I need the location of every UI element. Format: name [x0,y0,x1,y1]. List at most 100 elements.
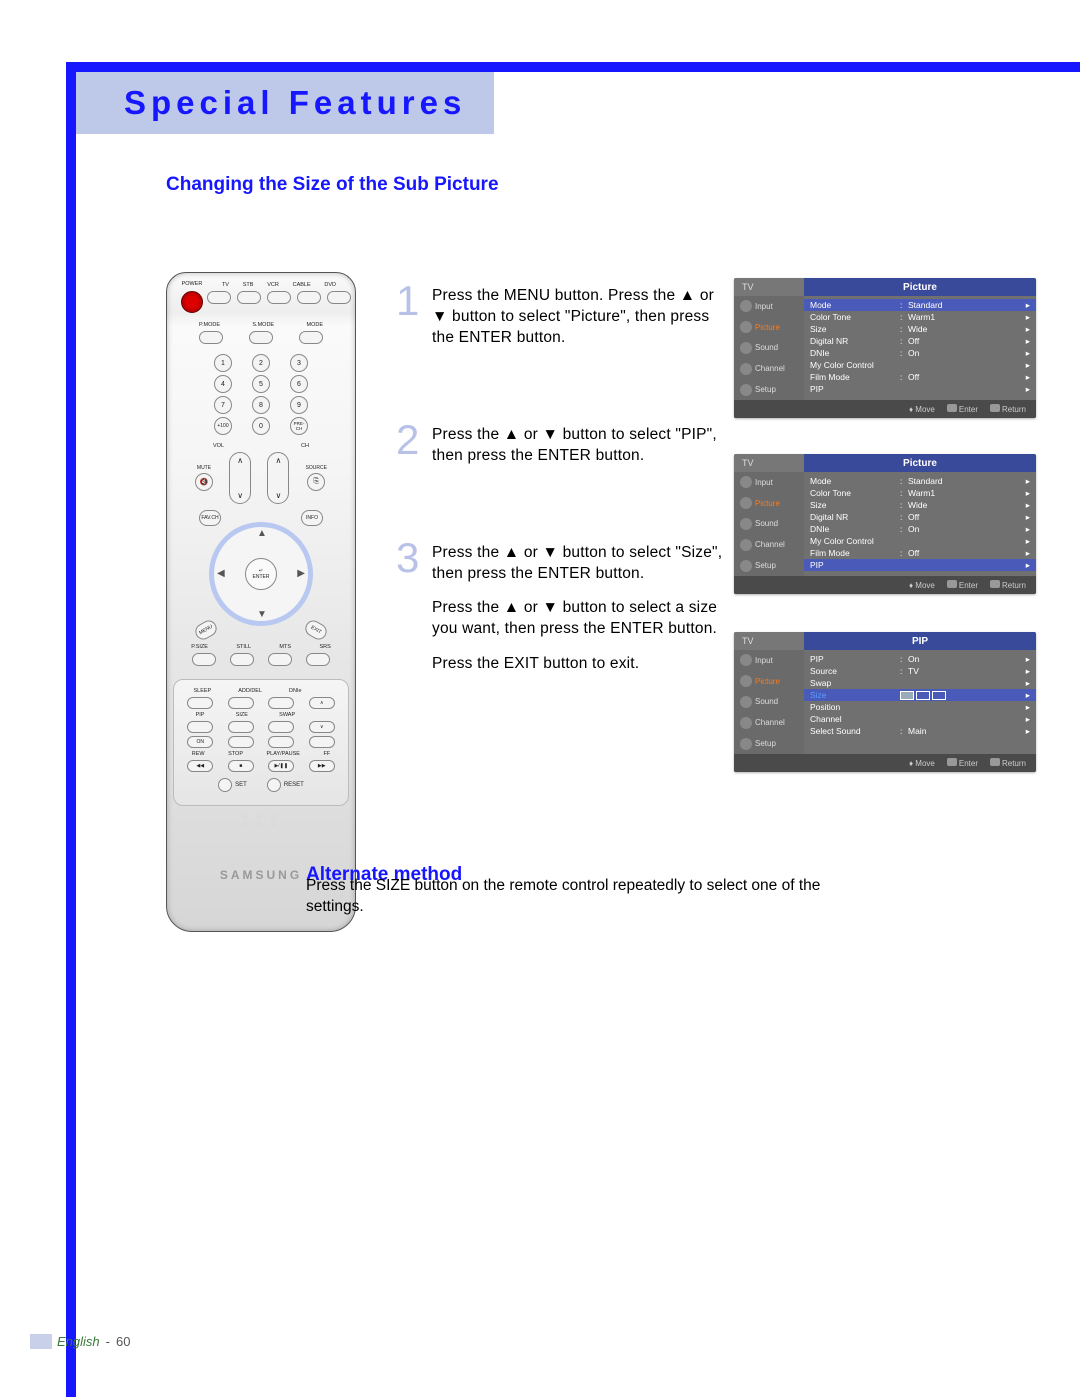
osd-side-icon [740,696,752,708]
power-label: POWER [177,281,207,287]
osd-side-item: Picture [734,317,804,338]
osd-side-item: Input [734,472,804,493]
num-7-button[interactable]: 7 [214,396,232,414]
rew-button[interactable]: ◀◀ [187,760,213,772]
arrow-right-icon[interactable]: ▶ [297,568,305,579]
footer-accent-bar [30,1334,52,1349]
osd-side-item: Setup [734,555,804,576]
osd-row: Size:Wide▸ [810,323,1030,335]
osd-row: Channel▸ [810,713,1030,725]
device-dvd-button[interactable] [327,291,351,304]
osd-tv-tab: TV [734,278,804,296]
pmode-button[interactable] [199,331,223,344]
osd-side-icon [740,738,752,750]
reset-button[interactable] [267,778,281,792]
srs-button[interactable] [306,653,330,666]
source-button[interactable]: ⎘ [307,473,325,491]
arrow-up-icon[interactable]: ▲ [257,528,267,539]
num-3-button[interactable]: 3 [290,354,308,372]
osd-title: PIP [804,632,1036,650]
arrow-left-icon[interactable]: ◀ [217,568,225,579]
arrow-down-icon[interactable]: ▼ [257,609,267,620]
device-cable-button[interactable] [297,291,321,304]
still-button[interactable] [230,653,254,666]
step-number: 1 [396,280,422,349]
size-button[interactable] [228,721,254,733]
sleep-button[interactable] [187,697,213,709]
swap-button[interactable] [268,721,294,733]
enter-button[interactable]: ↵ENTER [245,558,277,590]
osd-row: Film Mode:Off▸ [810,371,1030,383]
osd-list: PIP:On▸Source:TV▸Swap▸Size▸Position▸Chan… [804,650,1036,754]
osd-side-item: Sound [734,514,804,535]
osd-side-icon [740,476,752,488]
set-button[interactable] [218,778,232,792]
mts-button[interactable] [268,653,292,666]
smode-button[interactable] [249,331,273,344]
osd-side-icon [740,321,752,333]
osd-row: Size:Wide▸ [810,499,1030,511]
num-2-button[interactable]: 2 [252,354,270,372]
psize-button[interactable] [192,653,216,666]
osd-row: Mode:Standard▸ [810,475,1030,487]
osd-row: Digital NR:Off▸ [810,511,1030,523]
osd-side-icon [740,717,752,729]
osd-row: DNIe:On▸ [810,523,1030,535]
favch-button[interactable]: FAV.CH [199,510,221,526]
dnie-button[interactable] [268,697,294,709]
step-2: 2 Press the ▲ or ▼ button to select "PIP… [396,419,726,467]
mute-button[interactable]: 🔇 [195,473,213,491]
lower-panel: SLEEPADD/DELDNIe ∧ PIPSIZESWAP ∨ ON REWS… [173,679,349,806]
osd-side-item: Setup [734,379,804,400]
dpad: FAV.CH INFO MENU EXIT ▲ ▼ ◀ ▶ ↵ENTER [201,514,321,634]
on-button[interactable]: ON [187,736,213,748]
osd-footer: ♦ MoveEnterReturn [734,576,1036,594]
num-5-button[interactable]: 5 [252,375,270,393]
playpause-button[interactable]: ▶/❚❚ [268,760,294,772]
num-0-button[interactable]: 0 [252,417,270,435]
num-1-button[interactable]: 1 [214,354,232,372]
osd-row: DNIe:On▸ [810,347,1030,359]
exit-button[interactable]: EXIT [302,618,329,643]
plus100-button[interactable]: +100 [214,417,232,435]
osd-side-item: Setup [734,733,804,754]
remote-illustration: POWER TV STB VCR CABLE DVD [166,272,356,932]
osd-side-icon [740,384,752,396]
num-9-button[interactable]: 9 [290,396,308,414]
device-vcr-button[interactable] [267,291,291,304]
num-6-button[interactable]: 6 [290,375,308,393]
osd-row: Film Mode:Off▸ [810,547,1030,559]
num-4-button[interactable]: 4 [214,375,232,393]
adddel-button[interactable] [228,697,254,709]
mode-button[interactable] [299,331,323,344]
device-tv-button[interactable] [207,291,231,304]
ff-button[interactable]: ▶▶ [309,760,335,772]
power-button[interactable] [181,291,203,313]
osd-side-icon [740,539,752,551]
osd-sidebar: InputPictureSoundChannelSetup [734,650,804,754]
osd-side-item: Sound [734,338,804,359]
header-bar: Special Features [76,72,494,134]
prech-button[interactable]: PRE-CH [290,417,308,435]
stop-button[interactable]: ■ [228,760,254,772]
osd-side-item: Channel [734,712,804,733]
osd-side-item: Channel [734,358,804,379]
step-text: Press the ▲ or ▼ button to select "PIP",… [432,425,726,467]
osd-row: Select Sound:Main▸ [810,725,1030,737]
caret-down-button[interactable]: ∨ [309,721,335,733]
num-8-button[interactable]: 8 [252,396,270,414]
device-stb-button[interactable] [237,291,261,304]
osd-row: My Color Control▸ [810,359,1030,371]
osd-pip-menu: TV PIP InputPictureSoundChannelSetup PIP… [734,632,1036,772]
caret-up-button[interactable]: ∧ [309,697,335,709]
menu-button[interactable]: MENU [192,618,219,643]
osd-footer: ♦ MoveEnterReturn [734,400,1036,418]
channel-rocker[interactable]: ∧∨ [267,452,289,504]
pip-button[interactable] [187,721,213,733]
step-3: 3 Press the ▲ or ▼ button to select "Siz… [396,537,726,676]
footer-page-number: 60 [116,1334,130,1349]
osd-side-icon [740,560,752,572]
page-title: Special Features [124,84,466,122]
volume-rocker[interactable]: ∧∨ [229,452,251,504]
info-button[interactable]: INFO [301,510,323,526]
